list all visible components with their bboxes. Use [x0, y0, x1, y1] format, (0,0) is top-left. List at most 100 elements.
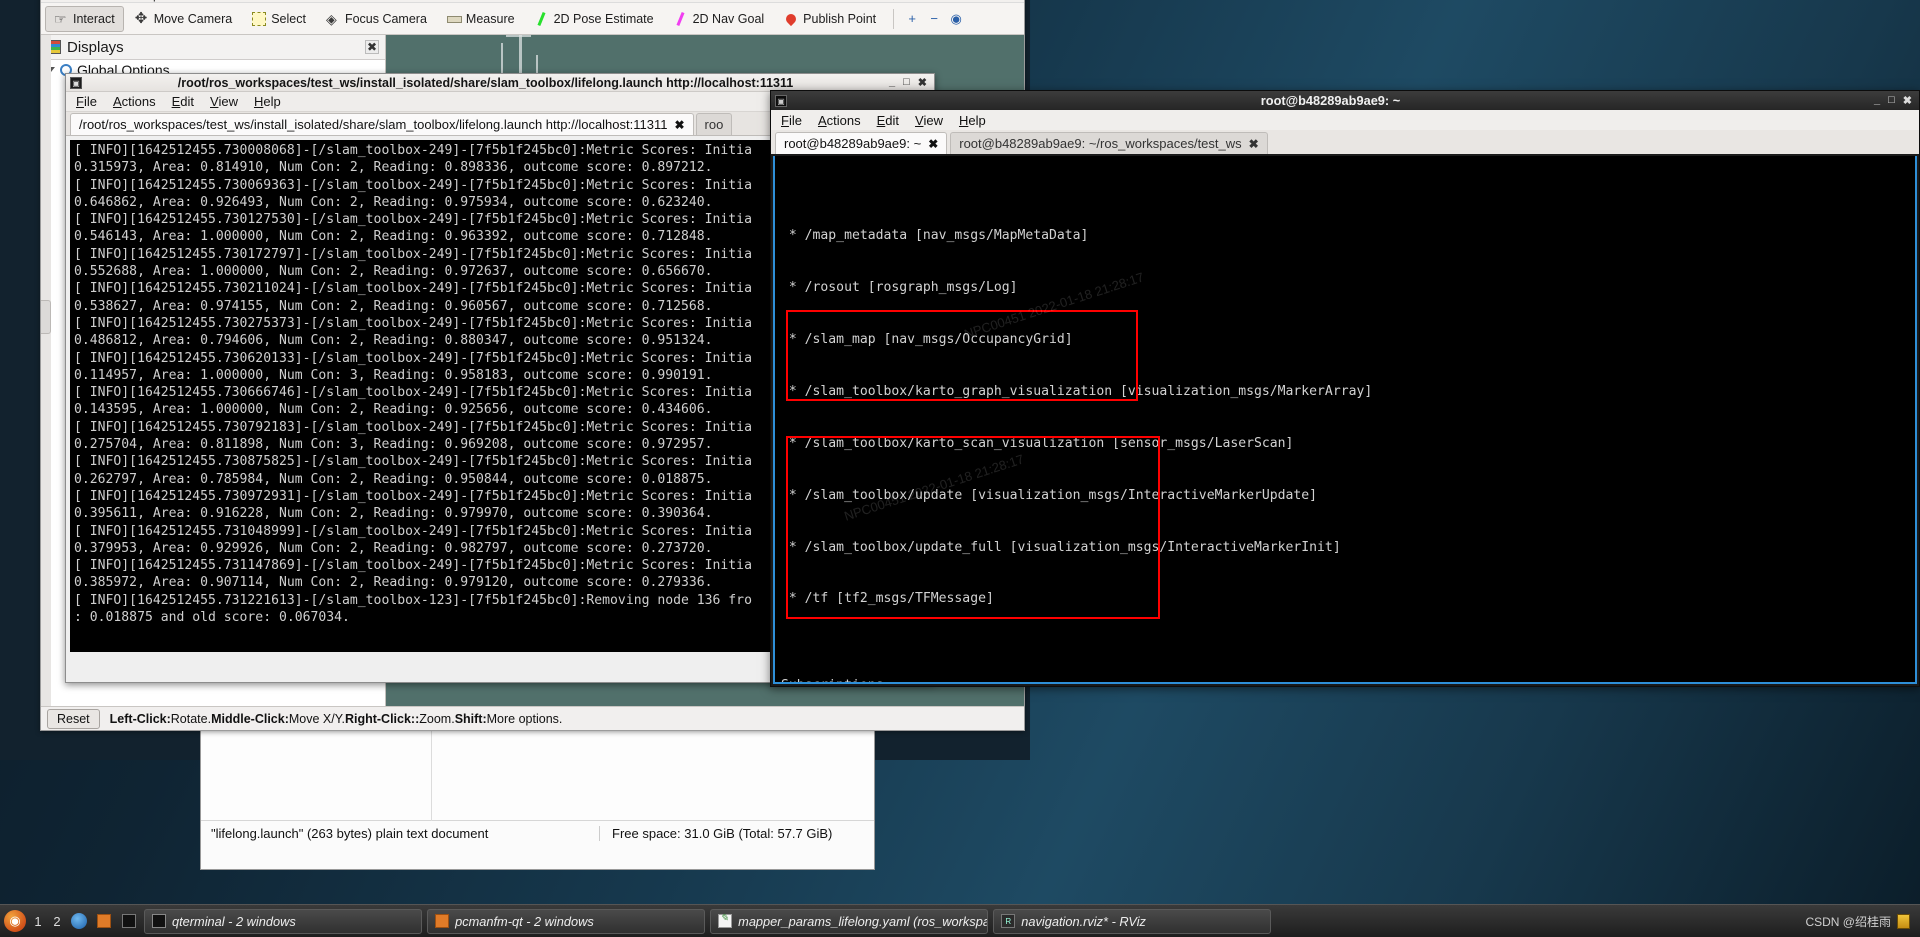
reset-button[interactable]: Reset: [47, 708, 100, 729]
menu-view[interactable]: View: [210, 94, 238, 109]
subscriptions-header: Subscriptions:: [781, 677, 1915, 682]
pub-line: * /slam_toolbox/update_full [visualizati…: [781, 539, 1341, 555]
window-buttons[interactable]: _ □ ✖: [889, 76, 930, 89]
terminal-window-root[interactable]: ▣ root@b48289ab9ae9: ~ _ □ ✖ File Action…: [770, 90, 1920, 687]
displays-panel-header: Displays ✖: [41, 35, 385, 59]
menu-actions[interactable]: Actions: [113, 94, 156, 109]
menu-help[interactable]: Help: [959, 113, 986, 128]
displays-title: Displays: [67, 38, 124, 56]
toolbar-separator: [893, 8, 895, 29]
rviz-menu-panels[interactable]: Panels: [84, 0, 121, 2]
hand-icon: [54, 12, 68, 26]
pub-line: * /tf [tf2_msgs/TFMessage]: [781, 591, 994, 607]
close-icon[interactable]: ✖: [365, 40, 379, 54]
taskbar-window-qterminal[interactable]: qterminal - 2 windows: [144, 908, 423, 934]
hint-shift-label: Shift:: [454, 711, 487, 726]
tool-interact[interactable]: Interact: [45, 5, 124, 32]
file-status-text: "lifelong.launch" (263 bytes) plain text…: [211, 825, 489, 841]
hint-shift-text: More options.: [486, 711, 563, 726]
menu-file[interactable]: FFileile: [76, 94, 97, 109]
window-buttons[interactable]: _ □ ✖: [1874, 94, 1915, 107]
close-icon[interactable]: ✖: [1903, 94, 1912, 107]
terminal2-titlebar[interactable]: ▣ root@b48289ab9ae9: ~ _ □ ✖: [771, 91, 1919, 110]
tab-close-icon[interactable]: ✖: [674, 118, 684, 132]
terminal2-tab-1[interactable]: root@b48289ab9ae9: ~/ros_workspaces/test…: [950, 132, 1268, 154]
rviz-icon: R: [1001, 914, 1016, 928]
rviz-mouse-hints: Left-Click: Rotate. Middle-Click: Move X…: [110, 712, 563, 726]
tool-2d-nav-goal[interactable]: 2D Nav Goal: [665, 6, 774, 32]
quicklaunch-browser[interactable]: [69, 911, 89, 931]
rviz-toolbar[interactable]: Interact Move Camera Select Focus Camera…: [41, 3, 1024, 35]
system-tray[interactable]: CSDN @绍桂雨: [1805, 913, 1916, 930]
tool-publish-point-label: Publish Point: [803, 11, 877, 26]
add-tool-icon[interactable]: +: [902, 9, 922, 29]
terminal1-title: /root/ros_workspaces/test_ws/install_iso…: [177, 75, 794, 90]
tool-publish-point[interactable]: Publish Point: [775, 6, 885, 32]
menu-edit[interactable]: Edit: [172, 94, 194, 109]
tool-focus-camera-label: Focus Camera: [344, 11, 427, 26]
tray-icon[interactable]: [1897, 913, 1910, 929]
minimize-icon[interactable]: _: [889, 76, 895, 89]
desktop-switch-2[interactable]: 2: [50, 914, 64, 929]
terminal1-tab-0[interactable]: /root/ros_workspaces/test_ws/install_iso…: [70, 113, 694, 135]
desktop-switch-1[interactable]: 1: [31, 914, 45, 929]
pub-line: * /slam_toolbox/karto_scan_visualization…: [781, 435, 1294, 451]
taskbar-window-pcmanfm[interactable]: pcmanfm-qt - 2 windows: [427, 908, 706, 934]
terminal-icon: ▣: [775, 94, 787, 107]
tool-move-camera[interactable]: Move Camera: [126, 6, 242, 32]
start-menu-icon[interactable]: ◉: [4, 910, 26, 932]
dock-handle[interactable]: [41, 300, 51, 334]
terminal2-menubar[interactable]: File Actions Edit View Help: [771, 110, 1919, 130]
taskbar-window-yaml-editor[interactable]: mapper_params_lifelong.yaml (ros_workspa…: [710, 908, 989, 934]
close-icon[interactable]: ✖: [918, 76, 927, 89]
hint-mid-text: Move X/Y.: [288, 711, 345, 726]
remove-tool-icon[interactable]: −: [924, 9, 944, 29]
file-manager-icon: [97, 914, 111, 928]
menu-help[interactable]: Help: [254, 94, 281, 109]
menu-view[interactable]: View: [915, 113, 943, 128]
taskbar-window-label: navigation.rviz* - RViz: [1021, 913, 1146, 929]
menu-file[interactable]: File: [781, 113, 802, 128]
file-manager-statusbar: "lifelong.launch" (263 bytes) plain text…: [201, 821, 874, 845]
tool-2d-pose-estimate[interactable]: 2D Pose Estimate: [526, 6, 663, 32]
taskbar-window-label: pcmanfm-qt - 2 windows: [455, 913, 594, 929]
publications-list: * /map_metadata [nav_msgs/MapMetaData] *…: [781, 193, 1915, 643]
rviz-dock-strip: [41, 35, 51, 706]
tool-focus-camera[interactable]: Focus Camera: [317, 6, 436, 32]
pub-line: * /slam_toolbox/karto_graph_visualizatio…: [781, 383, 1373, 399]
taskbar-window-rviz[interactable]: R navigation.rviz* - RViz: [993, 908, 1272, 934]
terminal2-tab-0[interactable]: root@b48289ab9ae9: ~ ✖: [775, 132, 948, 154]
pose-estimate-icon: [535, 11, 549, 26]
tab-label: root@b48289ab9ae9: ~: [784, 136, 922, 151]
tool-measure-label: Measure: [465, 11, 515, 26]
maximize-icon[interactable]: □: [903, 76, 910, 89]
hint-right-label: Right-Click::: [344, 711, 420, 726]
tab-close-icon[interactable]: ✖: [1249, 137, 1259, 151]
hint-right-text: Zoom.: [419, 711, 455, 726]
minimize-icon[interactable]: _: [1874, 94, 1880, 107]
tab-close-icon[interactable]: ✖: [928, 137, 938, 151]
taskbar-window-label: qterminal - 2 windows: [172, 913, 296, 929]
pub-line: * /slam_map [nav_msgs/OccupancyGrid]: [781, 331, 1073, 347]
rviz-menu-file[interactable]: File: [51, 0, 70, 2]
terminal-icon: ▣: [70, 76, 82, 89]
terminal2-title: root@b48289ab9ae9: ~: [1260, 93, 1401, 108]
terminal1-tab-1[interactable]: roo: [695, 113, 733, 135]
pub-line: * /slam_toolbox/update [visualization_ms…: [781, 487, 1318, 503]
maximize-icon[interactable]: □: [1888, 94, 1895, 107]
tool-select[interactable]: Select: [243, 6, 315, 32]
terminal2-screen[interactable]: * /map_metadata [nav_msgs/MapMetaData] *…: [773, 156, 1917, 684]
rviz-menu-help[interactable]: Help: [135, 0, 160, 2]
quicklaunch-terminal[interactable]: [119, 911, 139, 931]
terminal2-tabbar[interactable]: root@b48289ab9ae9: ~ ✖ root@b48289ab9ae9…: [771, 130, 1919, 154]
quicklaunch-files[interactable]: [94, 911, 114, 931]
tab-label: /root/ros_workspaces/test_ws/install_iso…: [79, 117, 668, 132]
menu-edit[interactable]: Edit: [877, 113, 899, 128]
taskbar[interactable]: ◉ 1 2 qterminal - 2 windows pcmanfm-qt -…: [0, 904, 1920, 937]
measure-icon: [446, 12, 462, 26]
tool-measure[interactable]: Measure: [438, 6, 524, 32]
menu-actions[interactable]: Actions: [818, 113, 861, 128]
select-icon: [252, 11, 267, 26]
tool-properties-icon[interactable]: ◉: [946, 9, 966, 29]
tool-2d-pose-estimate-label: 2D Pose Estimate: [553, 11, 654, 26]
